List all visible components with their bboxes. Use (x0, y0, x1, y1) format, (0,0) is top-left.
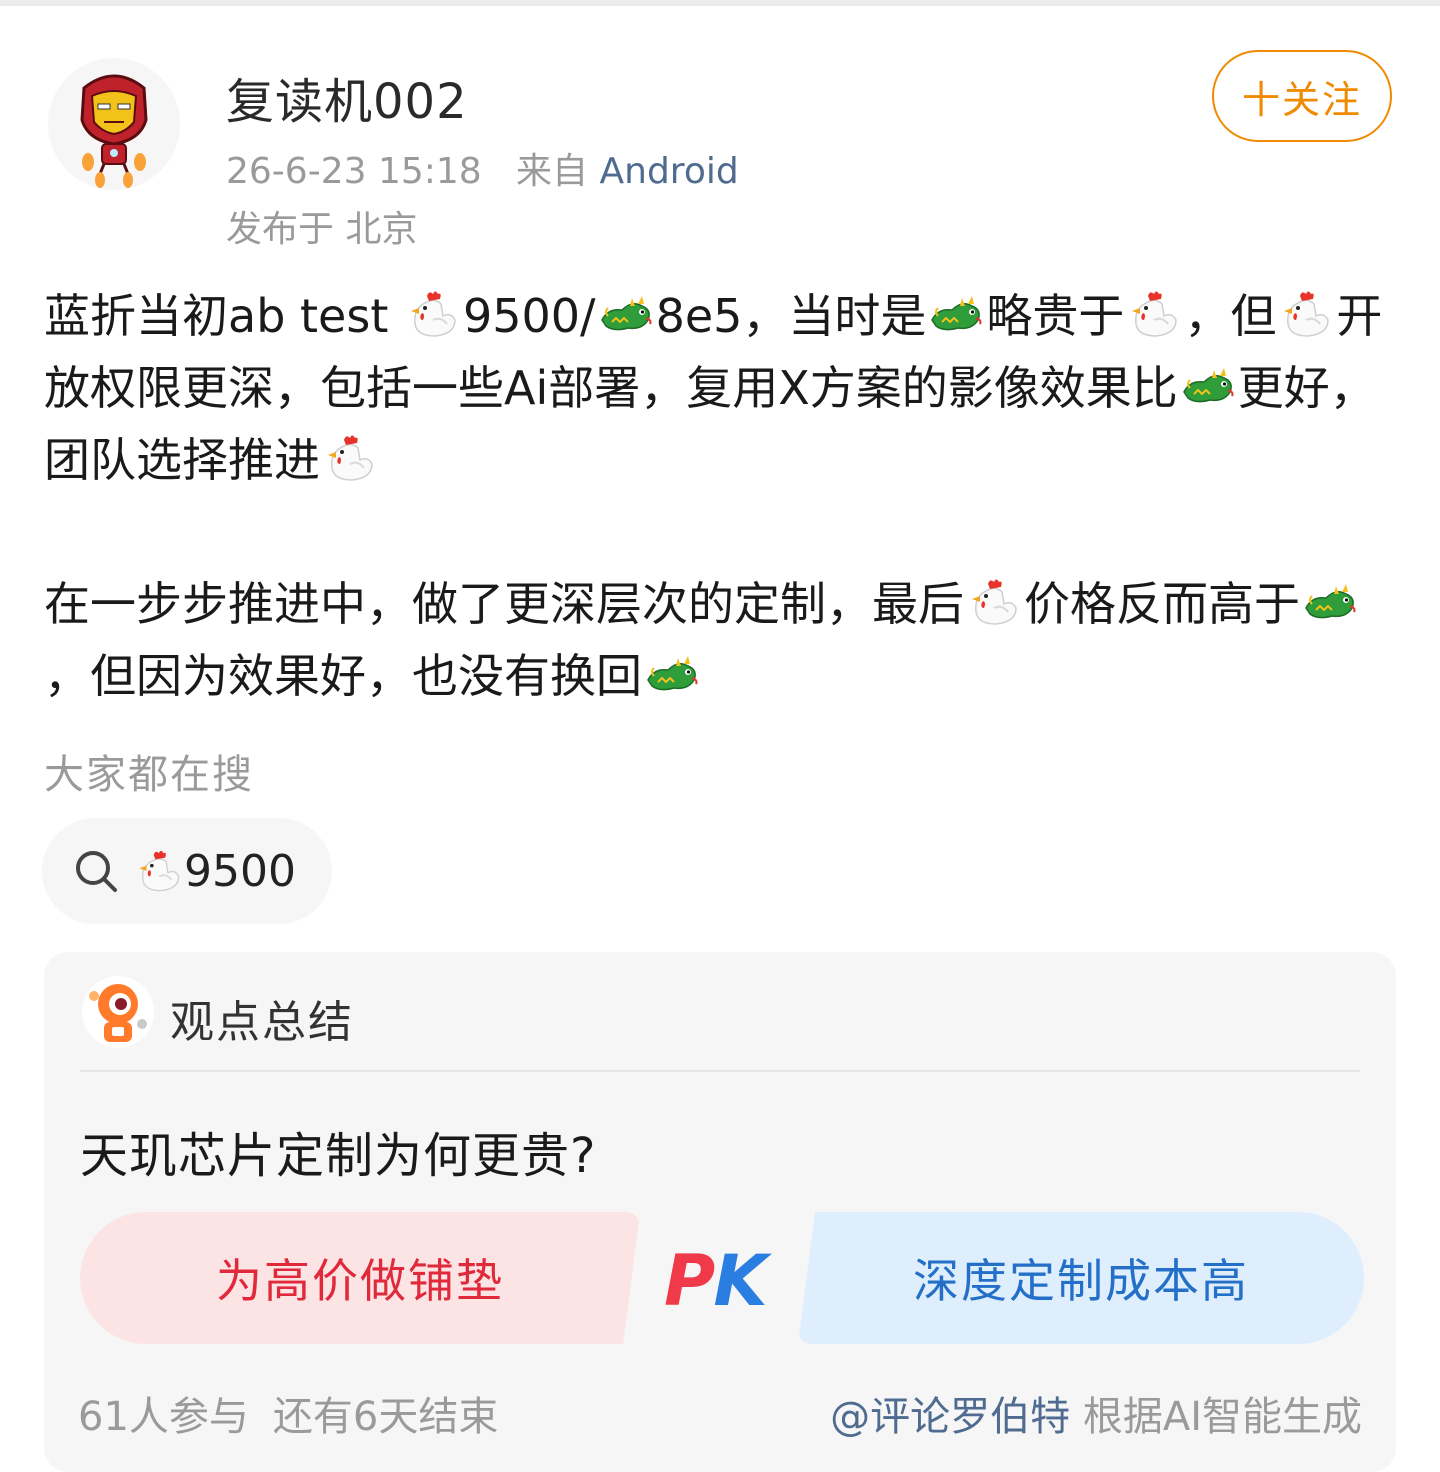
time-remaining: 还有6天结束 (272, 1394, 499, 1440)
ai-note-text: 根据AI智能生成 (1070, 1394, 1362, 1440)
post-paragraph-1: 蓝折当初ab test 9500/8e5，当时是 略贵于 ，但 开放权限更深，包括一些… (44, 280, 1404, 496)
opinion-summary-card: 观点总结 天玑芯片定制为何更贵? 为高价做铺垫 PK 深度定制成本高 61人参与… (44, 952, 1396, 1472)
post-text-segment: 蓝折当初ab test (44, 289, 403, 343)
poll-stats: 61人参与 还有6天结束 (78, 1384, 498, 1442)
dragon-emoji (1180, 358, 1236, 414)
follow-button[interactable]: 十关注 (1212, 50, 1392, 142)
search-keyword-text: 9500 (184, 845, 296, 897)
post-text-segment: 略贵于 (986, 289, 1125, 343)
pk-left-label: 为高价做铺垫 (216, 1254, 504, 1308)
search-icon (72, 847, 120, 895)
chicken-emoji (966, 574, 1022, 630)
username[interactable]: 复读机002 (226, 62, 468, 132)
chicken-emoji (322, 430, 378, 486)
iron-man-avatar-icon (48, 58, 180, 190)
pk-option-left[interactable]: 为高价做铺垫 (80, 1212, 640, 1344)
search-keyword: 9500 (132, 846, 296, 897)
chicken-emoji (1126, 286, 1182, 342)
hot-search-label: 大家都在搜 (44, 752, 254, 798)
card-title: 观点总结 (170, 997, 354, 1048)
pk-k-letter: K (713, 1240, 767, 1322)
post-text-segment: 在一步步推进中，做了更深层次的定制，最后 (44, 577, 964, 631)
poll-question: 天玑芯片定制为何更贵? (80, 1128, 597, 1184)
post-paragraph-2: 在一步步推进中，做了更深层次的定制，最后 价格反而高于 ，但因为效果好，也没有换回 (44, 568, 1404, 712)
dragon-emoji (644, 646, 700, 702)
dragon-emoji (1302, 574, 1358, 630)
post-text-segment: ，但 (1184, 289, 1277, 343)
pk-option-right[interactable]: 深度定制成本高 (798, 1212, 1364, 1344)
dragon-emoji (598, 286, 654, 342)
post-body: 蓝折当初ab test 9500/8e5，当时是 略贵于 ，但 开放权限更深，包括一些… (44, 280, 1404, 712)
commenter-mention[interactable]: @评论罗伯特 (830, 1394, 1070, 1440)
card-divider (80, 1070, 1360, 1072)
chicken-emoji (134, 846, 184, 896)
source-link[interactable]: Android (600, 151, 739, 192)
pk-badge: PK (664, 1240, 768, 1322)
post-meta: 26-6-23 15:18 来自 Android (226, 142, 739, 194)
post-text-segment: ，但因为效果好，也没有换回 (44, 649, 642, 703)
post-location: 发布于 北京 (226, 209, 418, 250)
post-text-segment: 价格反而高于 (1024, 577, 1300, 631)
post-text-segment: 9500/ (462, 289, 596, 343)
post-text-segment: 8e5，当时是 (655, 289, 927, 343)
chicken-emoji (405, 286, 461, 342)
pk-right-label: 深度定制成本高 (913, 1254, 1249, 1308)
top-divider (0, 0, 1440, 6)
pk-p-letter: P (664, 1240, 715, 1322)
participant-count: 61人参与 (78, 1394, 249, 1440)
ai-generated-note: @评论罗伯特 根据AI智能生成 (830, 1384, 1362, 1442)
chicken-emoji (1278, 286, 1334, 342)
dragon-emoji (928, 286, 984, 342)
robot-mascot-icon (80, 974, 156, 1050)
hot-search-chip[interactable]: 9500 (42, 818, 332, 924)
avatar[interactable] (48, 58, 180, 190)
post-timestamp: 26-6-23 15:18 (226, 151, 482, 192)
source-prefix: 来自 (516, 151, 589, 192)
